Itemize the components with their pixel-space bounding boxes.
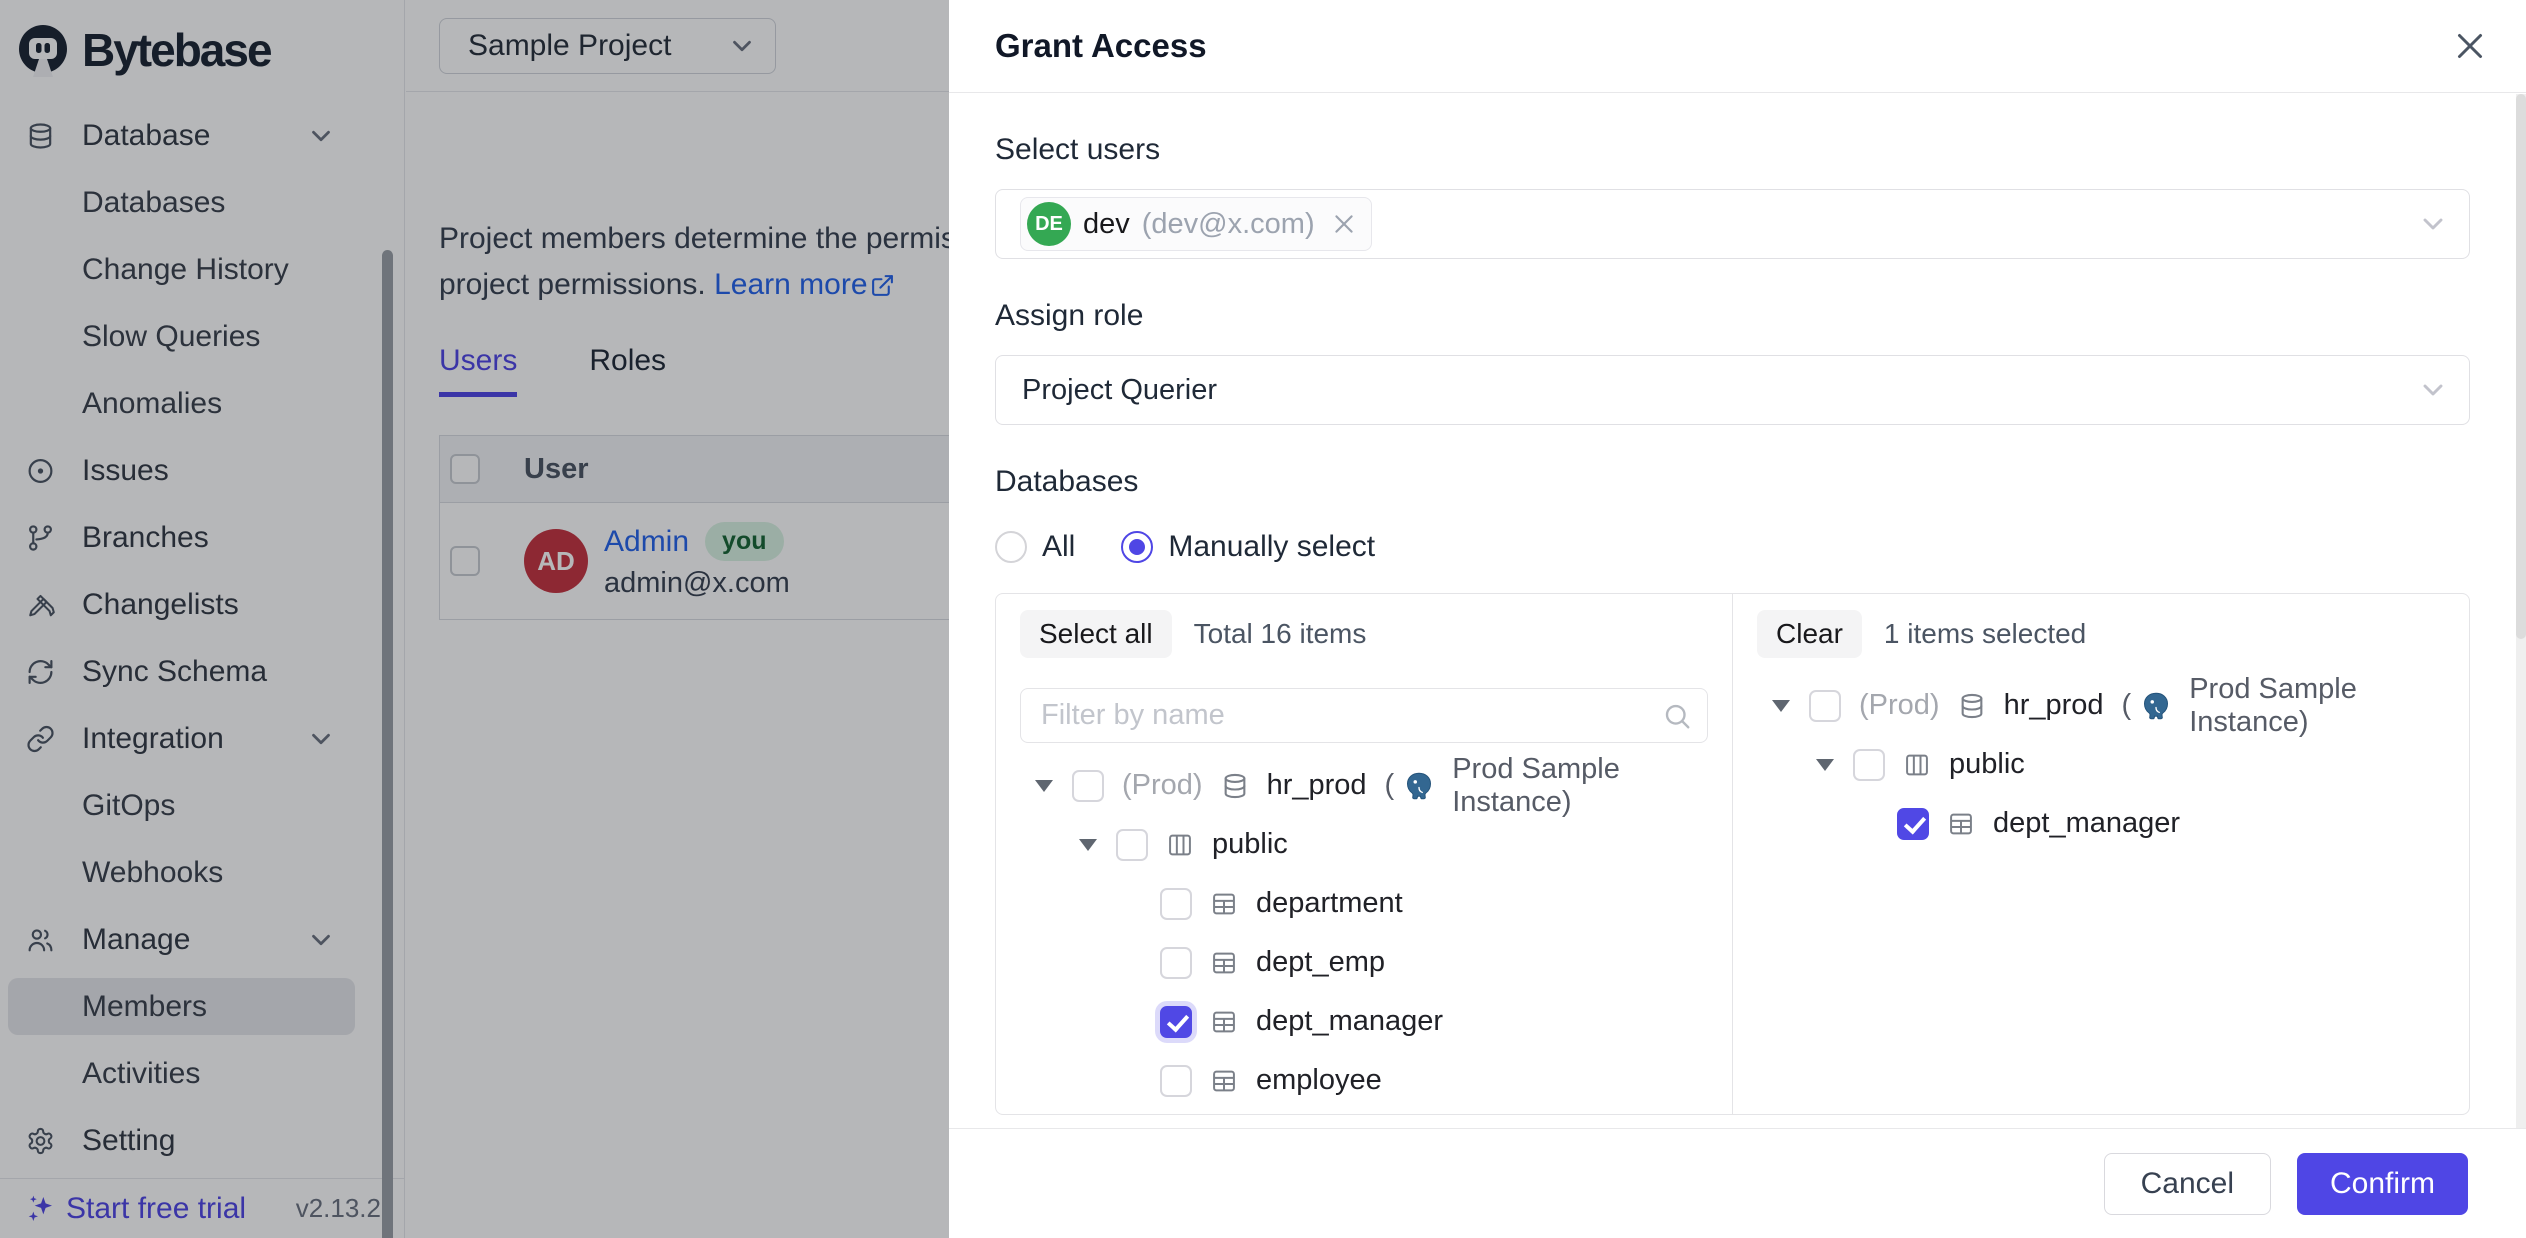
database-transfer-panel: Select all Total 16 items (Prod) bbox=[995, 593, 2470, 1115]
table-icon bbox=[1210, 1008, 1238, 1036]
radio-manually-select[interactable]: Manually select bbox=[1121, 530, 1375, 564]
table-icon bbox=[1947, 810, 1975, 838]
close-icon bbox=[2452, 28, 2488, 64]
table-icon bbox=[1210, 890, 1238, 918]
confirm-button[interactable]: Confirm bbox=[2297, 1153, 2468, 1215]
select-all-button[interactable]: Select all bbox=[1020, 610, 1172, 658]
schema-icon bbox=[1903, 751, 1931, 779]
transfer-selected-pane: Clear 1 items selected (Prod) hr_prod ( bbox=[1732, 594, 2469, 1114]
modal-title: Grant Access bbox=[995, 27, 1207, 65]
selected-tree: (Prod) hr_prod ( Prod Sample Instance) p… bbox=[1757, 676, 2445, 853]
assign-role-label: Assign role bbox=[995, 299, 2470, 333]
modal-scrollbar-thumb[interactable] bbox=[2516, 94, 2526, 639]
transfer-source-pane: Select all Total 16 items (Prod) bbox=[996, 594, 1732, 1114]
checkbox[interactable] bbox=[1160, 1065, 1192, 1097]
database-icon bbox=[1958, 692, 1986, 720]
checkbox[interactable] bbox=[1809, 690, 1841, 722]
checkbox-checked[interactable] bbox=[1160, 1006, 1192, 1038]
selected-user-chip: DE dev (dev@x.com) bbox=[1020, 197, 1372, 251]
chevron-down-icon bbox=[2417, 374, 2449, 406]
caret-down-icon[interactable] bbox=[1771, 700, 1791, 712]
close-icon bbox=[1331, 211, 1357, 237]
databases-label: Databases bbox=[995, 465, 2470, 499]
bytebase-app: Bytebase Database Databases Change Histo… bbox=[0, 0, 2526, 1238]
tree-row-table[interactable]: dept_manager bbox=[1020, 992, 1708, 1051]
table-icon bbox=[1210, 949, 1238, 977]
caret-down-icon[interactable] bbox=[1034, 780, 1054, 792]
avatar: DE bbox=[1027, 202, 1071, 246]
role-value: Project Querier bbox=[1022, 374, 1217, 407]
chevron-down-icon bbox=[2417, 208, 2449, 240]
modal-footer: Cancel Confirm bbox=[949, 1128, 2526, 1238]
caret-down-icon[interactable] bbox=[1078, 839, 1098, 851]
schema-icon bbox=[1166, 831, 1194, 859]
modal-body: Select users DE dev (dev@x.com) Assign r… bbox=[949, 93, 2526, 1128]
filter-field bbox=[1020, 688, 1708, 743]
users-multiselect[interactable]: DE dev (dev@x.com) bbox=[995, 189, 2470, 259]
role-select[interactable]: Project Querier bbox=[995, 355, 2470, 425]
clear-button[interactable]: Clear bbox=[1757, 610, 1862, 658]
tree-row-table[interactable]: dept_manager bbox=[1757, 794, 2445, 853]
grant-access-modal: Grant Access Select users DE dev (dev@x.… bbox=[949, 0, 2526, 1238]
radio-circle bbox=[995, 531, 1027, 563]
selected-count-label: 1 items selected bbox=[1884, 618, 2086, 650]
tree-row-database[interactable]: (Prod) hr_prod ( Prod Sample Instance) bbox=[1020, 756, 1708, 815]
tree-row-table[interactable]: dept_emp bbox=[1020, 933, 1708, 992]
select-users-label: Select users bbox=[995, 133, 2470, 167]
tree-row-schema[interactable]: public bbox=[1020, 815, 1708, 874]
cancel-button[interactable]: Cancel bbox=[2104, 1153, 2271, 1215]
radio-circle-checked bbox=[1121, 531, 1153, 563]
checkbox[interactable] bbox=[1853, 749, 1885, 781]
checkbox[interactable] bbox=[1160, 947, 1192, 979]
radio-all[interactable]: All bbox=[995, 530, 1075, 564]
checkbox-checked[interactable] bbox=[1897, 808, 1929, 840]
checkbox[interactable] bbox=[1072, 770, 1104, 802]
postgresql-icon bbox=[2141, 691, 2171, 721]
table-icon bbox=[1210, 1067, 1238, 1095]
tree-row-table[interactable]: employee bbox=[1020, 1051, 1708, 1110]
checkbox[interactable] bbox=[1160, 888, 1192, 920]
remove-user-button[interactable] bbox=[1331, 211, 1357, 237]
postgresql-icon bbox=[1404, 771, 1434, 801]
checkbox[interactable] bbox=[1116, 829, 1148, 861]
modal-header: Grant Access bbox=[949, 0, 2526, 93]
source-tree: (Prod) hr_prod ( Prod Sample Instance) p… bbox=[1020, 756, 1708, 1110]
filter-input[interactable] bbox=[1020, 688, 1708, 743]
tree-row-table[interactable]: department bbox=[1020, 874, 1708, 933]
tree-row-database[interactable]: (Prod) hr_prod ( Prod Sample Instance) bbox=[1757, 676, 2445, 735]
close-button[interactable] bbox=[2448, 24, 2492, 68]
database-icon bbox=[1221, 772, 1249, 800]
caret-down-icon[interactable] bbox=[1815, 759, 1835, 771]
total-count-label: Total 16 items bbox=[1194, 618, 1367, 650]
modal-scrollbar[interactable] bbox=[2516, 94, 2526, 1128]
tree-row-schema[interactable]: public bbox=[1757, 735, 2445, 794]
database-scope-radios: All Manually select bbox=[995, 525, 2470, 569]
search-icon bbox=[1662, 701, 1692, 731]
